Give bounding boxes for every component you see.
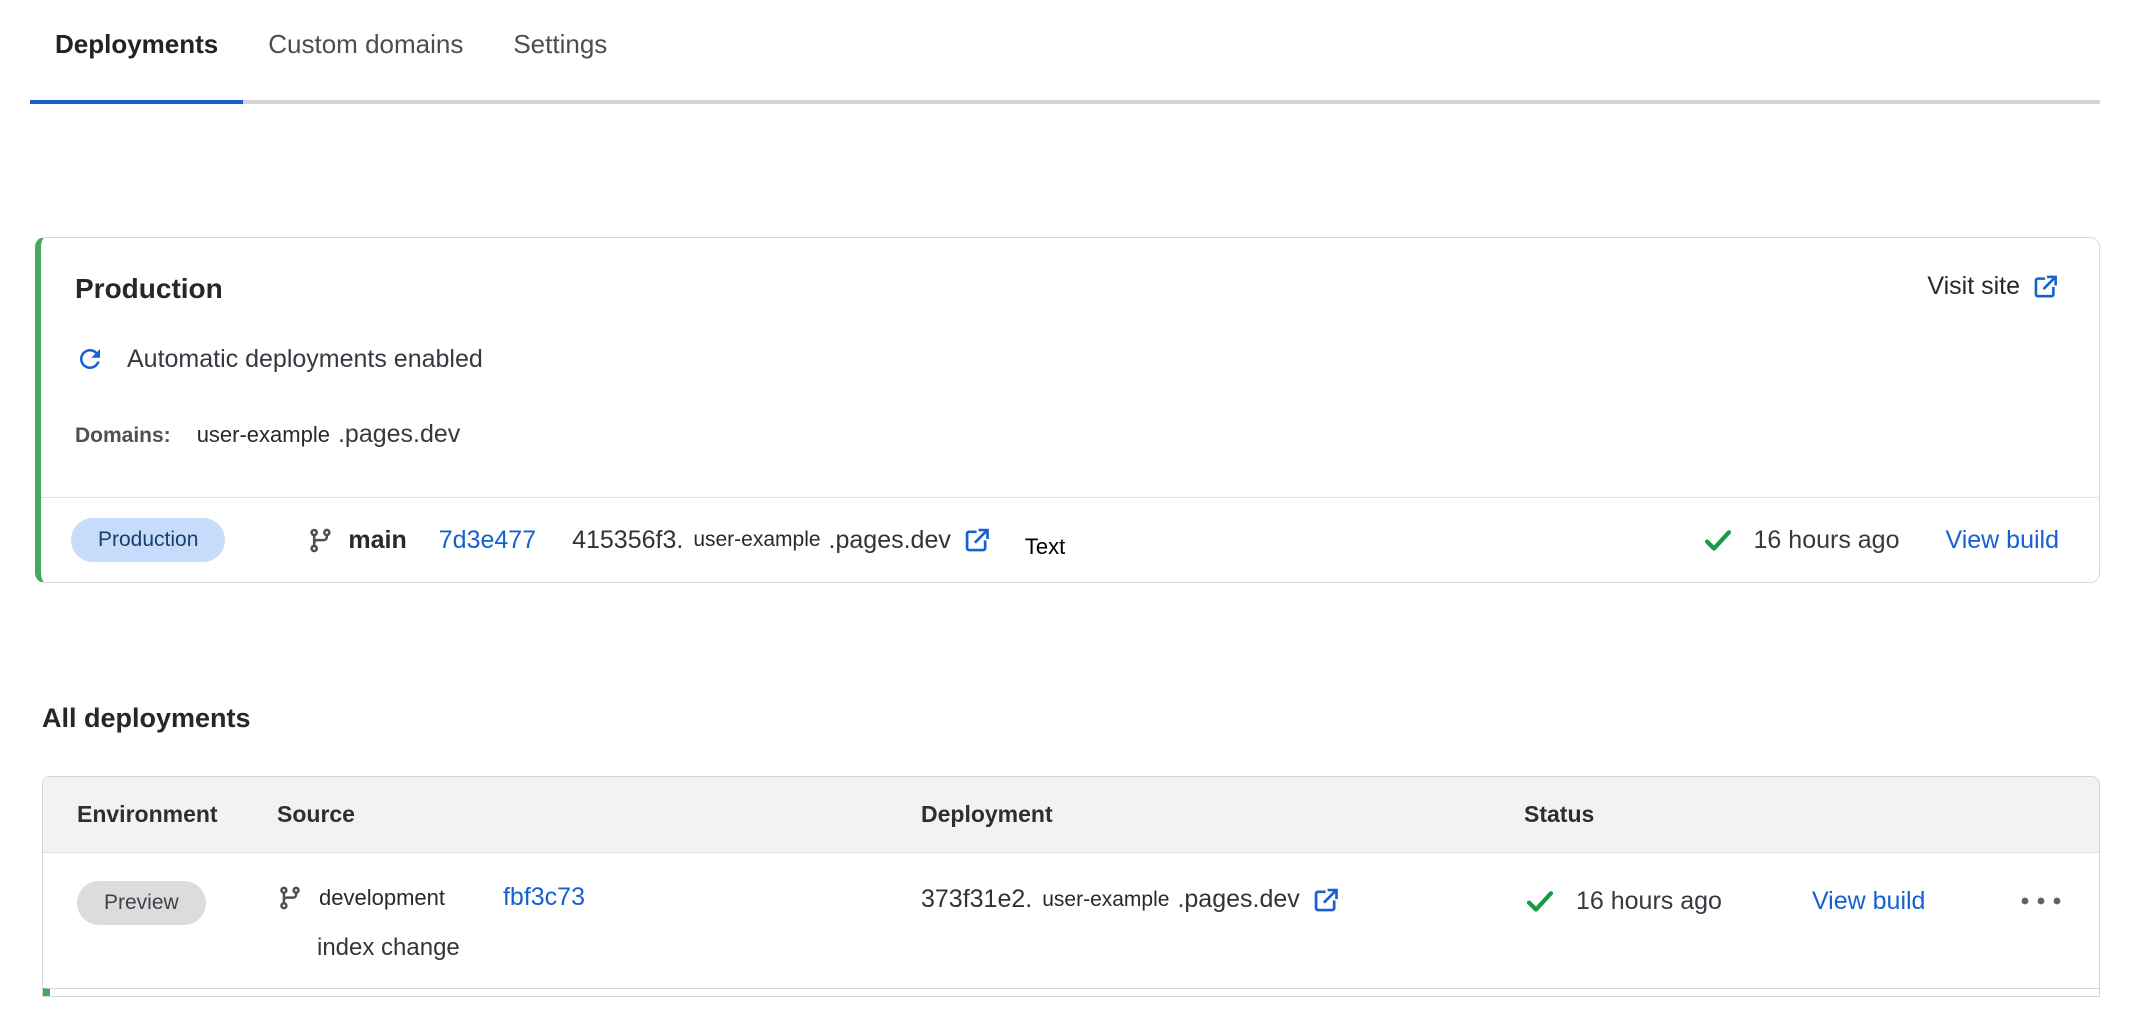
external-link-icon bbox=[963, 526, 991, 554]
status-cell: 16 hours ago View build bbox=[1524, 885, 2099, 917]
deployment-suffix: .pages.dev bbox=[829, 526, 951, 555]
visit-site-label: Visit site bbox=[1927, 272, 2020, 301]
text-annotation: Text bbox=[1025, 534, 1065, 560]
deployment-url[interactable]: 373f31e2. user-example .pages.dev bbox=[921, 885, 1524, 914]
column-header-environment: Environment bbox=[77, 801, 277, 828]
status-time: 16 hours ago bbox=[1754, 526, 1900, 555]
view-build-link[interactable]: View build bbox=[1945, 526, 2059, 555]
column-header-status: Status bbox=[1524, 801, 2099, 828]
row-menu-button[interactable] bbox=[2019, 895, 2063, 907]
external-link-icon bbox=[1312, 886, 1340, 914]
external-link-icon bbox=[2032, 273, 2059, 300]
environment-badge: Production bbox=[71, 518, 225, 562]
branch-name: development bbox=[319, 885, 445, 911]
refresh-icon bbox=[75, 344, 105, 374]
git-branch-icon bbox=[277, 885, 303, 911]
deployment-subdomain: 415356f3. bbox=[572, 526, 683, 555]
deployments-table: Environment Source Deployment Status Pre… bbox=[42, 776, 2100, 997]
production-card-title: Production bbox=[75, 272, 223, 306]
tab-bar: Deployments Custom domains Settings bbox=[30, 0, 2100, 104]
commit-message: index change bbox=[317, 934, 921, 962]
next-row-partial bbox=[43, 988, 2099, 996]
deployment-url[interactable]: 415356f3. user-example .pages.dev bbox=[572, 526, 991, 555]
table-row: Preview development fbf3c73 index change… bbox=[43, 853, 2099, 988]
status-time: 16 hours ago bbox=[1576, 887, 1722, 916]
commit-link[interactable]: 7d3e477 bbox=[439, 526, 536, 555]
tab-settings[interactable]: Settings bbox=[488, 26, 632, 104]
domains-label: Domains: bbox=[75, 424, 171, 448]
check-icon bbox=[1702, 524, 1734, 556]
source-cell: development fbf3c73 index change bbox=[277, 883, 921, 962]
table-header-row: Environment Source Deployment Status bbox=[43, 777, 2099, 853]
all-deployments-heading: All deployments bbox=[42, 703, 2132, 734]
visit-site-link[interactable]: Visit site bbox=[1927, 272, 2059, 301]
view-build-link[interactable]: View build bbox=[1812, 887, 1926, 916]
deployment-subdomain: 373f31e2. bbox=[921, 885, 1032, 914]
domain-suffix: .pages.dev bbox=[338, 420, 460, 449]
tab-custom-domains[interactable]: Custom domains bbox=[243, 26, 488, 104]
tab-deployments[interactable]: Deployments bbox=[30, 26, 243, 104]
commit-link[interactable]: fbf3c73 bbox=[503, 883, 585, 912]
domain-project: user-example bbox=[197, 422, 330, 448]
check-icon bbox=[1524, 885, 1556, 917]
deployment-project: user-example bbox=[1042, 888, 1169, 912]
auto-deployments-text: Automatic deployments enabled bbox=[127, 345, 483, 374]
git-branch-icon bbox=[307, 527, 334, 554]
column-header-source: Source bbox=[277, 801, 921, 828]
production-card: Production Visit site Automatic deploym bbox=[35, 237, 2100, 583]
environment-badge: Preview bbox=[77, 881, 206, 925]
deployment-project: user-example bbox=[693, 528, 820, 552]
column-header-deployment: Deployment bbox=[921, 801, 1524, 828]
deployment-suffix: .pages.dev bbox=[1177, 885, 1299, 914]
domains-row: Domains: user-example .pages.dev bbox=[75, 420, 2059, 449]
production-deployment-row: Production main 7d3e477 415356f3. user-e… bbox=[41, 497, 2099, 582]
branch-name: main bbox=[348, 526, 406, 555]
